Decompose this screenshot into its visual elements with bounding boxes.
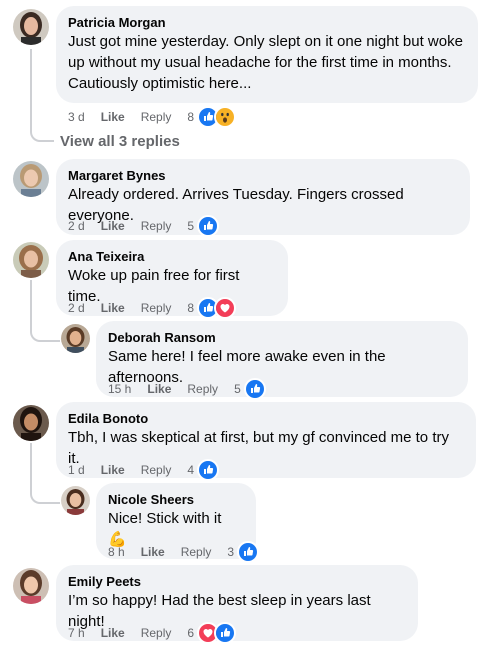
reply-button[interactable]: Reply: [141, 300, 172, 316]
reactions[interactable]: [243, 378, 266, 400]
like-button[interactable]: Like: [147, 381, 171, 397]
wow-icon: [214, 106, 237, 128]
like-button[interactable]: Like: [101, 109, 125, 125]
comment-actions: 15 h Like Reply 5: [108, 378, 266, 400]
reply-button[interactable]: Reply: [141, 109, 172, 125]
comment-text-line: up without my usual headache for the fir…: [68, 54, 452, 71]
commenter-name[interactable]: Emily Peets: [68, 573, 406, 590]
like-button[interactable]: Like: [101, 625, 125, 641]
comment-text-line: Just got mine yesterday. Only slept on i…: [68, 33, 463, 50]
comment-actions: 8 h Like Reply 3: [108, 541, 260, 563]
comment-actions: 2 d Like Reply 5: [68, 215, 220, 237]
reaction-count[interactable]: 5: [234, 381, 241, 397]
like-button[interactable]: Like: [101, 218, 125, 234]
reaction-count[interactable]: 6: [187, 625, 194, 641]
timestamp[interactable]: 7 h: [68, 625, 85, 641]
reaction-count[interactable]: 3: [227, 544, 234, 560]
avatar[interactable]: [13, 405, 49, 441]
avatar[interactable]: [61, 486, 90, 515]
reply-button[interactable]: Reply: [141, 462, 172, 478]
reactions[interactable]: [197, 106, 237, 128]
timestamp[interactable]: 1 d: [68, 462, 85, 478]
commenter-name[interactable]: Deborah Ransom: [108, 329, 456, 346]
comment-actions: 1 d Like Reply 4: [68, 459, 220, 481]
timestamp[interactable]: 15 h: [108, 381, 131, 397]
commenter-name[interactable]: Nicole Sheers: [108, 491, 244, 508]
commenter-name[interactable]: Edila Bonoto: [68, 410, 464, 427]
timestamp[interactable]: 2 d: [68, 218, 85, 234]
reaction-count[interactable]: 8: [187, 109, 194, 125]
avatar[interactable]: [13, 568, 49, 604]
like-icon: [243, 378, 266, 400]
like-button[interactable]: Like: [101, 300, 125, 316]
reactions[interactable]: [197, 459, 220, 481]
avatar[interactable]: [13, 161, 49, 197]
comment-actions: 7 h Like Reply 6: [68, 622, 237, 644]
reaction-count[interactable]: 5: [187, 218, 194, 234]
like-button[interactable]: Like: [101, 462, 125, 478]
reactions[interactable]: [237, 541, 260, 563]
like-icon: [197, 459, 220, 481]
commenter-name[interactable]: Margaret Bynes: [68, 167, 458, 184]
reply-button[interactable]: Reply: [187, 381, 218, 397]
like-icon: [214, 622, 237, 644]
reaction-count[interactable]: 4: [187, 462, 194, 478]
comment-actions: 3 d Like Reply 8: [68, 106, 237, 128]
love-icon: [214, 297, 237, 319]
reactions[interactable]: [197, 215, 220, 237]
commenter-name[interactable]: Patricia Morgan: [68, 14, 466, 31]
thread-line: [30, 443, 60, 504]
reaction-count[interactable]: 8: [187, 300, 194, 316]
reply-button[interactable]: Reply: [141, 625, 172, 641]
thread-line: [30, 49, 54, 142]
reactions[interactable]: [197, 622, 237, 644]
thread-line: [30, 280, 60, 342]
commenter-name[interactable]: Ana Teixeira: [68, 248, 276, 265]
avatar[interactable]: [61, 324, 90, 353]
timestamp[interactable]: 3 d: [68, 109, 85, 125]
like-icon: [197, 215, 220, 237]
reply-button[interactable]: Reply: [141, 218, 172, 234]
comment-text-line: Cautiously optimistic here...: [68, 75, 252, 92]
timestamp[interactable]: 8 h: [108, 544, 125, 560]
like-icon: [237, 541, 260, 563]
avatar[interactable]: [13, 242, 49, 278]
like-button[interactable]: Like: [141, 544, 165, 560]
avatar[interactable]: [13, 9, 49, 45]
reply-button[interactable]: Reply: [181, 544, 212, 560]
view-all-replies-link[interactable]: View all 3 replies: [60, 133, 180, 150]
comment-actions: 2 d Like Reply 8: [68, 297, 237, 319]
comment-bubble: Patricia Morgan Just got mine yesterday.…: [56, 6, 478, 103]
timestamp[interactable]: 2 d: [68, 300, 85, 316]
reactions[interactable]: [197, 297, 237, 319]
